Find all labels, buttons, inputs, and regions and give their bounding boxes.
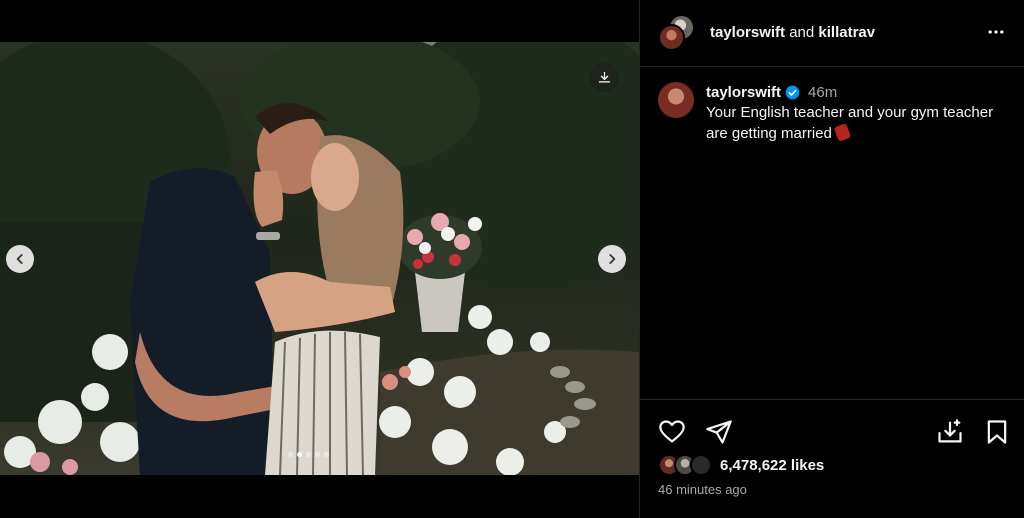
- caption-username[interactable]: taylorswift: [706, 84, 781, 101]
- download-icon: [598, 71, 610, 82]
- caption-time[interactable]: 46m: [808, 84, 837, 101]
- heart-icon: [659, 420, 685, 443]
- liker-avatars[interactable]: [658, 454, 718, 476]
- caption-avatar[interactable]: [658, 82, 694, 118]
- post-caption: taylorswift 46m Your English teacher and…: [658, 82, 1006, 144]
- carousel-prev-button[interactable]: [6, 245, 34, 273]
- collab-avatars[interactable]: [658, 14, 698, 54]
- carousel-dot[interactable]: [324, 452, 329, 457]
- carousel-next-button[interactable]: [598, 245, 626, 273]
- carousel-dot[interactable]: [306, 452, 311, 457]
- share-button[interactable]: [705, 418, 733, 446]
- collab-usernames: taylorswift and killatrav: [710, 24, 875, 41]
- post-actions: 6,478,622 likes 46 minutes ago: [640, 399, 1024, 518]
- like-button[interactable]: [658, 418, 686, 446]
- header-conjunction: and: [789, 24, 815, 41]
- avatar-taylorswift[interactable]: [658, 24, 685, 51]
- couple-garden-photo: [0, 42, 639, 475]
- liker-avatar[interactable]: [690, 454, 712, 476]
- post-header: taylorswift and killatrav: [640, 0, 1024, 67]
- carousel-dot[interactable]: [288, 452, 293, 457]
- header-username-1[interactable]: taylorswift: [710, 24, 785, 41]
- header-username-2[interactable]: killatrav: [818, 24, 875, 41]
- chevron-left-icon: [16, 254, 23, 264]
- post-photo[interactable]: [0, 42, 639, 475]
- more-horizontal-icon: [988, 30, 1004, 34]
- bookmark-icon: [987, 420, 1007, 444]
- save-to-collection-button[interactable]: [936, 418, 964, 446]
- download-button[interactable]: [589, 62, 619, 92]
- likes-count[interactable]: 6,478,622 likes: [720, 457, 824, 474]
- likes-summary: 6,478,622 likes: [658, 453, 824, 477]
- carousel-dot-active[interactable]: [297, 452, 302, 457]
- verified-badge-icon: [785, 85, 800, 99]
- post-details-panel: taylorswift and killatrav taylorswift 46…: [639, 0, 1024, 518]
- tray-download-icon: [938, 419, 962, 443]
- bookmark-button[interactable]: [983, 418, 1011, 446]
- carousel-dots: [288, 452, 329, 457]
- carousel-dot[interactable]: [315, 452, 320, 457]
- more-options-button[interactable]: [986, 22, 1006, 47]
- chevron-right-icon: [609, 254, 616, 264]
- dynamite-emoji: [833, 123, 852, 142]
- paper-plane-icon: [706, 420, 732, 444]
- post-timestamp[interactable]: 46 minutes ago: [658, 482, 747, 497]
- post-media-area: [0, 0, 639, 518]
